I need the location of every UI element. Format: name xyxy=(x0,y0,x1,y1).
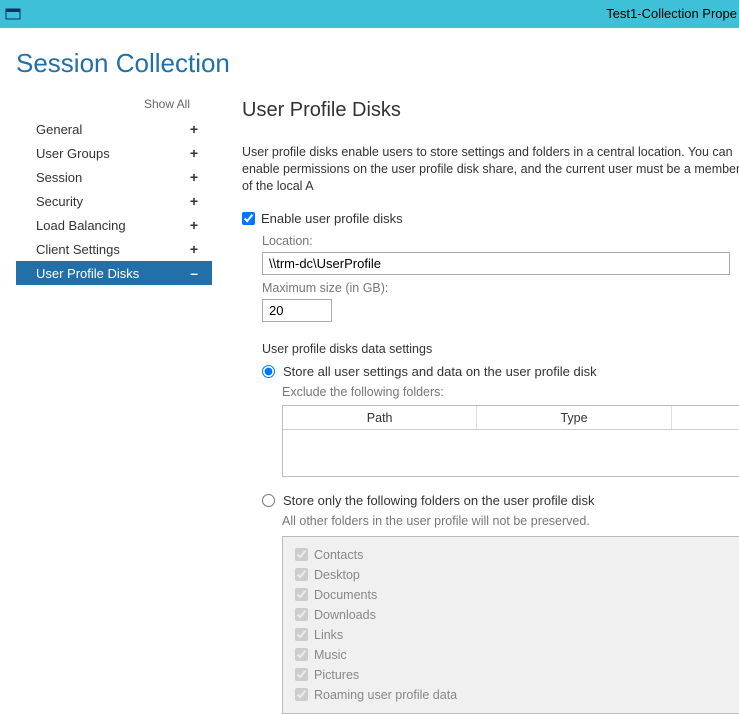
folder-item-contacts: Contacts xyxy=(295,545,737,565)
sidebar-item-label: Client Settings xyxy=(36,242,120,257)
folder-item-links: Links xyxy=(295,625,737,645)
folder-label: Roaming user profile data xyxy=(314,688,457,702)
enable-label: Enable user profile disks xyxy=(261,211,403,226)
sidebar: Show All General + User Groups + Session… xyxy=(16,97,212,714)
folder-checkbox xyxy=(295,628,308,641)
folder-checkbox xyxy=(295,568,308,581)
sidebar-item-label: Session xyxy=(36,170,82,185)
not-preserved-note: All other folders in the user profile wi… xyxy=(282,514,739,528)
sidebar-item-label: User Profile Disks xyxy=(36,266,139,281)
exclude-table[interactable]: Path Type xyxy=(282,405,739,477)
sidebar-item-user-profile-disks[interactable]: User Profile Disks – xyxy=(16,261,212,285)
sidebar-item-general[interactable]: General + xyxy=(16,117,212,141)
folder-checkbox xyxy=(295,668,308,681)
radio-store-only-label: Store only the following folders on the … xyxy=(283,493,594,508)
size-label: Maximum size (in GB): xyxy=(262,281,739,295)
window-title: Test1-Collection Prope xyxy=(606,0,739,28)
folder-checkbox xyxy=(295,688,308,701)
sidebar-item-client-settings[interactable]: Client Settings + xyxy=(16,237,212,261)
folder-label: Pictures xyxy=(314,668,359,682)
folder-item-pictures: Pictures xyxy=(295,665,737,685)
enable-checkbox-row: Enable user profile disks xyxy=(242,211,739,226)
sidebar-item-user-groups[interactable]: User Groups + xyxy=(16,141,212,165)
location-input[interactable] xyxy=(262,252,730,275)
folder-label: Desktop xyxy=(314,568,360,582)
radio-store-all-label: Store all user settings and data on the … xyxy=(283,364,597,379)
expand-icon: + xyxy=(190,145,198,161)
folder-label: Links xyxy=(314,628,343,642)
folder-item-roaming: Roaming user profile data xyxy=(295,685,737,705)
folder-checkbox xyxy=(295,608,308,621)
folder-item-desktop: Desktop xyxy=(295,565,737,585)
col-type: Type xyxy=(477,406,671,429)
titlebar: Test1-Collection Prope xyxy=(0,0,739,28)
expand-icon: + xyxy=(190,241,198,257)
folder-item-downloads: Downloads xyxy=(295,605,737,625)
col-spacer xyxy=(672,406,739,429)
folder-checkbox xyxy=(295,548,308,561)
sidebar-item-load-balancing[interactable]: Load Balancing + xyxy=(16,213,212,237)
show-all-link[interactable]: Show All xyxy=(16,97,212,111)
folder-list: Contacts Desktop Documents Download xyxy=(282,536,739,714)
folder-checkbox xyxy=(295,588,308,601)
radio-store-all[interactable] xyxy=(262,365,275,378)
folder-item-music: Music xyxy=(295,645,737,665)
sidebar-item-label: User Groups xyxy=(36,146,110,161)
sidebar-item-session[interactable]: Session + xyxy=(16,165,212,189)
location-label: Location: xyxy=(262,234,739,248)
sidebar-item-security[interactable]: Security + xyxy=(16,189,212,213)
sidebar-item-label: Security xyxy=(36,194,83,209)
content-description: User profile disks enable users to store… xyxy=(242,144,739,195)
folder-label: Music xyxy=(314,648,347,662)
folder-label: Documents xyxy=(314,588,377,602)
enable-checkbox[interactable] xyxy=(242,212,255,225)
sidebar-item-label: Load Balancing xyxy=(36,218,126,233)
exclude-label: Exclude the following folders: xyxy=(282,385,739,399)
expand-icon: + xyxy=(190,169,198,185)
size-input[interactable] xyxy=(262,299,332,322)
data-settings-label: User profile disks data settings xyxy=(262,342,739,356)
page-title: Session Collection xyxy=(16,48,739,79)
sidebar-item-label: General xyxy=(36,122,82,137)
expand-icon: + xyxy=(190,121,198,137)
app-icon xyxy=(4,5,22,23)
content-panel: User Profile Disks User profile disks en… xyxy=(212,97,739,714)
col-path: Path xyxy=(283,406,477,429)
content-heading: User Profile Disks xyxy=(242,99,739,122)
expand-icon: + xyxy=(190,193,198,209)
folder-label: Downloads xyxy=(314,608,376,622)
expand-icon: + xyxy=(190,217,198,233)
folder-item-documents: Documents xyxy=(295,585,737,605)
table-header: Path Type xyxy=(283,406,739,430)
folder-checkbox xyxy=(295,648,308,661)
collapse-icon: – xyxy=(190,265,198,281)
folder-label: Contacts xyxy=(314,548,363,562)
radio-store-only[interactable] xyxy=(262,494,275,507)
